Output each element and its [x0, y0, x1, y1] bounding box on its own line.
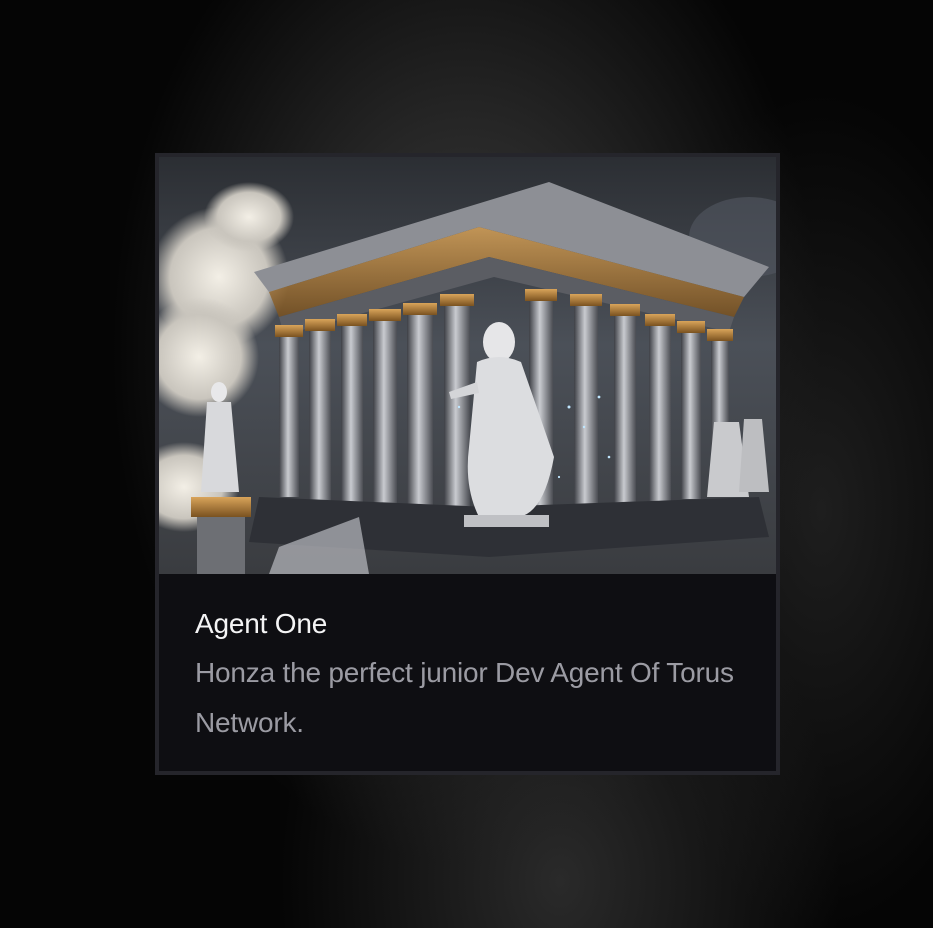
agent-card-body: Agent One Honza the perfect junior Dev A…	[159, 574, 776, 748]
agent-card[interactable]: Agent One Honza the perfect junior Dev A…	[155, 153, 780, 775]
agent-name: Agent One	[195, 608, 328, 639]
agent-description: Honza the perfect junior Dev Agent Of To…	[195, 657, 734, 738]
agent-card-image	[159, 157, 776, 574]
